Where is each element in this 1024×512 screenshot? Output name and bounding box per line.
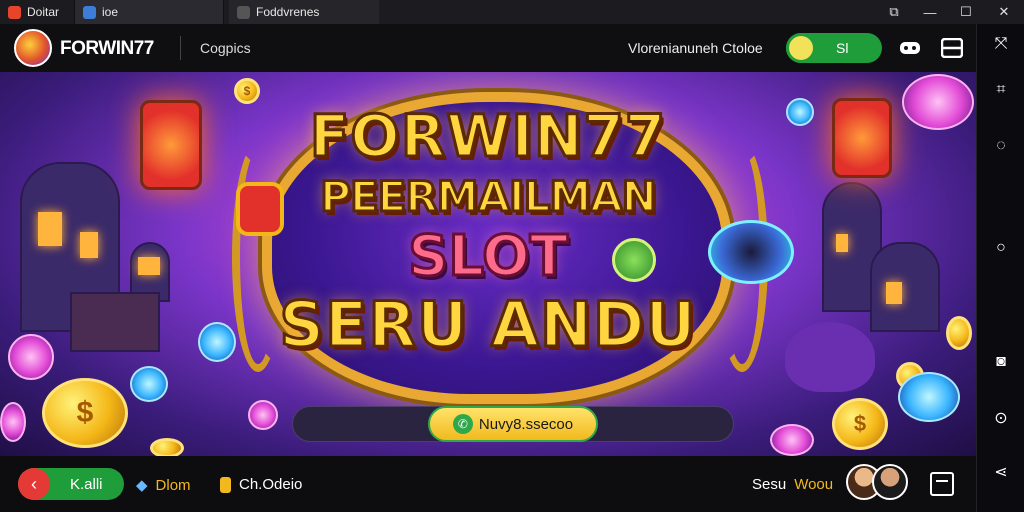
window-tab-bar: Doitar ioe Foddvrenes ⧉ — ☐ ✕ (0, 0, 1024, 24)
hero-title-line2: PEERMAILMAN (319, 171, 659, 223)
maximize-icon[interactable]: ☐ (948, 0, 984, 24)
gem-icon (0, 402, 26, 442)
coin-icon: $ (832, 398, 888, 450)
logo-icon[interactable] (14, 29, 52, 67)
nav-link-right[interactable]: Vlorenianuneh Ctoloe (628, 40, 763, 56)
app-icon (237, 5, 250, 19)
brand-name[interactable]: FORWIN77 (60, 38, 154, 60)
bottom-bar: ‹ K.alli ◆ Dlom Ch.Odeio Sesu Woou (0, 456, 976, 512)
bottom-item-2[interactable]: Ch.Odeio (220, 476, 302, 493)
user-label-white: Sesu (752, 476, 787, 493)
gem-icon (248, 400, 278, 430)
share-icon[interactable]: ⋖ (989, 460, 1013, 484)
power-icon[interactable]: ○ (989, 236, 1013, 260)
user-label-gold: Woou (794, 476, 834, 493)
cta-button[interactable]: ✆ Nuvy8.ssecoo (428, 406, 598, 442)
cta-label: Nuvy8.ssecoo (478, 415, 574, 433)
header-divider (180, 36, 181, 60)
coin-icon (150, 438, 184, 456)
phone-icon: ✆ (452, 414, 473, 434)
minimize-icon[interactable]: — (912, 0, 948, 24)
menu-icon[interactable] (940, 36, 964, 60)
back-label: K.alli (70, 475, 103, 493)
app-window: Doitar ioe Foddvrenes ⧉ — ☐ ✕ FORWIN77 C… (0, 0, 1024, 512)
toggle-knob (786, 33, 816, 63)
tab-2[interactable]: Foddvrenes (229, 0, 379, 24)
site-header: FORWIN77 Cogpics Vlorenianuneh Ctoloe Sl (0, 24, 976, 72)
hero-banner: $ $ $ FORWIN77 PEERMAILMAN SLOT SERU AND… (0, 72, 976, 456)
login-toggle-button[interactable]: Sl (786, 33, 882, 63)
bottom-item-1-label: Dlom (155, 476, 191, 494)
screenshot-icon[interactable]: ⌗ (989, 78, 1013, 102)
back-button[interactable]: ‹ K.alli (18, 468, 124, 500)
tab-label: Foddvrenes (256, 5, 320, 19)
back-arrow-icon: ‹ (18, 468, 50, 500)
coin-stack-icon (220, 476, 231, 493)
fullscreen-icon[interactable] (930, 472, 954, 496)
rotate-icon[interactable]: ◌ (989, 134, 1013, 158)
gamepad-icon[interactable] (898, 36, 922, 60)
bottom-user-label[interactable]: Sesu Woou (752, 476, 833, 493)
tab-label: Doitar (27, 5, 60, 19)
bottom-item-1[interactable]: ◆ Dlom (136, 476, 191, 495)
record-icon[interactable]: ◙ (989, 350, 1013, 374)
side-toolbar: ⤧ ⌗ ◌ ○ ◙ ⊙ ⋖ (976, 24, 1024, 512)
gem-icon (898, 372, 960, 422)
gem-icon (130, 366, 168, 402)
coin-icon: $ (42, 378, 128, 448)
nav-link-left[interactable]: Cogpics (200, 40, 251, 56)
location-icon[interactable]: ⊙ (989, 406, 1013, 430)
coin-icon: $ (234, 78, 260, 104)
restore-icon[interactable]: ⧉ (876, 0, 912, 24)
hero-title-line1: FORWIN77 (308, 101, 667, 172)
bottom-item-2-label: Ch.Odeio (239, 476, 303, 493)
hero-title-line4: SERU ANDU (278, 287, 697, 363)
toggle-label: Sl (836, 40, 849, 56)
expand-icon[interactable]: ⤧ (989, 32, 1013, 56)
diamond-icon: ◆ (136, 477, 148, 494)
tab-1[interactable]: ioe (74, 0, 224, 24)
avatar[interactable] (872, 464, 908, 500)
app-icon (83, 5, 96, 19)
tab-label: ioe (102, 5, 119, 19)
hero-title-line3: SLOT (407, 223, 570, 291)
app-icon (8, 5, 21, 19)
close-icon[interactable]: ✕ (986, 0, 1022, 24)
tab-0[interactable]: Doitar (0, 0, 74, 24)
gem-icon (770, 424, 814, 456)
